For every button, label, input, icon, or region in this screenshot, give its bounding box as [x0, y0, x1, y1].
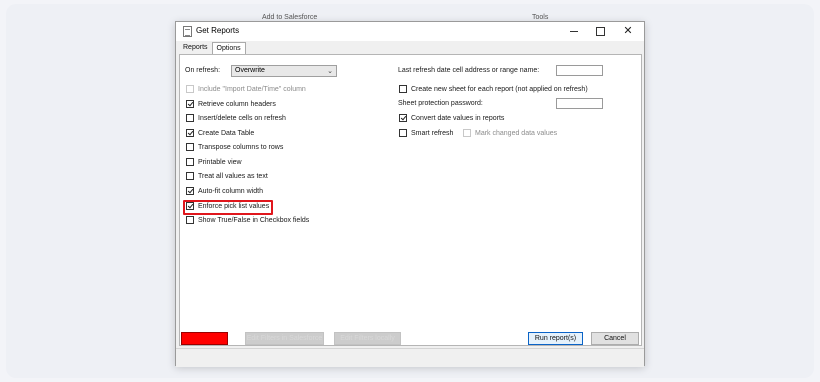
- sheet-password-row: Sheet protection password:: [398, 100, 483, 107]
- edit-filters-locally-button[interactable]: Edit Filters locally: [334, 332, 401, 345]
- checkbox-row-smart-refresh[interactable]: Smart refresh: [399, 129, 453, 137]
- checkbox-row-retrieve-headers[interactable]: Retrieve column headers: [186, 100, 276, 108]
- last-refresh-label: Last refresh date cell address or range …: [398, 67, 540, 74]
- background-label-left: Add to Salesforce: [262, 14, 318, 21]
- checkbox[interactable]: [399, 129, 407, 137]
- delete-button[interactable]: Delete: [181, 332, 228, 345]
- document-icon: [183, 26, 192, 37]
- sheet-password-label: Sheet protection password:: [398, 100, 483, 107]
- checkbox-label: Auto-fit column width: [198, 187, 263, 195]
- window-title: Get Reports: [196, 26, 240, 35]
- checkbox[interactable]: [186, 158, 194, 166]
- checkbox-label: Create new sheet for each report (not ap…: [411, 85, 588, 93]
- checkbox[interactable]: [186, 187, 194, 195]
- checkbox[interactable]: [463, 129, 471, 137]
- checkbox-row-create-data-table[interactable]: Create Data Table: [186, 129, 254, 137]
- checkbox-label: Printable view: [198, 158, 242, 166]
- last-refresh-row: Last refresh date cell address or range …: [398, 67, 539, 74]
- last-refresh-input[interactable]: [556, 65, 603, 76]
- run-reports-button[interactable]: Run report(s): [528, 332, 583, 345]
- checkbox-label: Treat all values as text: [198, 172, 268, 180]
- checkbox[interactable]: [399, 114, 407, 122]
- checkbox-row-transpose[interactable]: Transpose columns to rows: [186, 143, 283, 151]
- checkbox-row-show-true-false[interactable]: Show True/False in Checkbox fields: [186, 216, 309, 224]
- checkbox-label: Create Data Table: [198, 129, 255, 137]
- checkbox[interactable]: [399, 85, 407, 93]
- footer-divider: [176, 348, 644, 349]
- on-refresh-label: On refresh:: [185, 67, 221, 74]
- checkbox-label: Show True/False in Checkbox fields: [198, 216, 310, 224]
- on-refresh-value: Overwrite: [235, 67, 265, 74]
- on-refresh-row: On refresh:: [185, 67, 220, 74]
- cancel-button[interactable]: Cancel: [591, 332, 639, 345]
- sheet-password-input[interactable]: [556, 98, 603, 109]
- checkbox-row-treat-as-text[interactable]: Treat all values as text: [186, 172, 268, 180]
- status-bar: [176, 364, 644, 367]
- checkbox-row-mark-changed[interactable]: Mark changed data values: [463, 129, 557, 137]
- highlight-box: [183, 200, 273, 215]
- minimize-button[interactable]: [567, 25, 581, 37]
- checkbox-row-include-import-date[interactable]: Include "Import Date/Time" column: [186, 85, 306, 93]
- maximize-button[interactable]: [593, 25, 607, 37]
- checkbox[interactable]: [186, 114, 194, 122]
- checkbox[interactable]: [186, 172, 194, 180]
- checkbox-label: Insert/delete cells on refresh: [198, 114, 286, 122]
- close-button[interactable]: ✕: [621, 25, 635, 37]
- title-bar[interactable]: Get Reports ✕: [176, 22, 644, 41]
- checkbox-row-create-new-sheet[interactable]: Create new sheet for each report (not ap…: [399, 85, 588, 93]
- checkbox-label: Smart refresh: [411, 129, 454, 137]
- chevron-down-icon: ⌄: [327, 68, 333, 75]
- options-panel: On refresh: Overwrite ⌄ Include "Import …: [179, 54, 642, 346]
- checkbox[interactable]: [186, 216, 194, 224]
- checkbox[interactable]: [186, 85, 194, 93]
- checkbox-row-autofit[interactable]: Auto-fit column width: [186, 187, 263, 195]
- checkbox-label: Transpose columns to rows: [198, 143, 284, 151]
- edit-filters-salesforce-button[interactable]: Edit Filters in Salesforce: [245, 332, 324, 345]
- checkbox-row-insert-delete-cells[interactable]: Insert/delete cells on refresh: [186, 114, 286, 122]
- checkbox-label: Include "Import Date/Time" column: [198, 85, 306, 93]
- on-refresh-select[interactable]: Overwrite ⌄: [231, 65, 337, 77]
- checkbox-row-convert-dates[interactable]: Convert date values in reports: [399, 114, 504, 122]
- checkbox-row-printable-view[interactable]: Printable view: [186, 158, 242, 166]
- background-label-right: Tools: [532, 14, 549, 21]
- checkbox-label: Convert date values in reports: [411, 114, 505, 122]
- checkbox[interactable]: [186, 129, 194, 137]
- checkbox-label: Retrieve column headers: [198, 100, 276, 108]
- checkbox-label: Mark changed data values: [475, 129, 558, 137]
- checkbox[interactable]: [186, 100, 194, 108]
- checkbox[interactable]: [186, 143, 194, 151]
- get-reports-dialog: Get Reports ✕ Reports Options On refresh…: [175, 21, 645, 367]
